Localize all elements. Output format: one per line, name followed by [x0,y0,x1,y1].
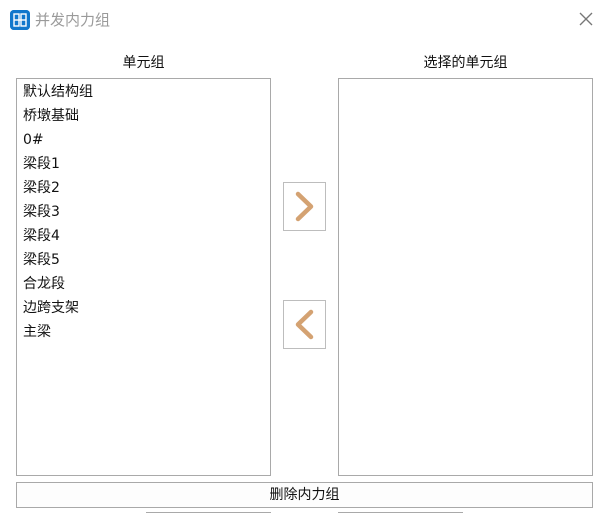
selected-element-groups-header: 选择的单元组 [423,55,508,71]
list-item[interactable]: 梁段1 [23,154,60,174]
dialog-window: 并发内力组 单元组 选择的单元组 默认结构组 桥墩基础 0# 梁段1 梁段2 梁… [0,0,607,514]
element-groups-list[interactable]: 默认结构组 桥墩基础 0# 梁段1 梁段2 梁段3 梁段4 梁段5 合龙段 边跨… [16,78,271,476]
list-item[interactable]: 梁段2 [23,178,60,198]
list-item[interactable]: 默认结构组 [23,82,93,102]
element-groups-header: 单元组 [122,55,165,71]
list-item[interactable]: 主梁 [23,322,51,342]
title-bar: 并发内力组 [0,0,607,40]
chevron-right-icon [295,191,314,222]
close-icon [579,12,593,26]
delete-force-group-button[interactable]: 删除内力组 [16,482,593,508]
window-title: 并发内力组 [35,11,111,29]
app-logo-icon [10,10,30,30]
selected-element-groups-list[interactable] [338,78,593,476]
list-item[interactable]: 桥墩基础 [23,106,79,126]
list-item[interactable]: 边跨支架 [23,298,79,318]
close-button[interactable] [577,10,595,28]
list-item[interactable]: 梁段5 [23,250,60,270]
list-item[interactable]: 合龙段 [23,274,65,294]
list-item[interactable]: 梁段4 [23,226,60,246]
list-item[interactable]: 梁段3 [23,202,60,222]
list-item[interactable]: 0# [23,130,44,150]
remove-from-selected-button[interactable] [283,300,326,349]
chevron-left-icon [295,309,314,340]
add-to-selected-button[interactable] [283,182,326,231]
